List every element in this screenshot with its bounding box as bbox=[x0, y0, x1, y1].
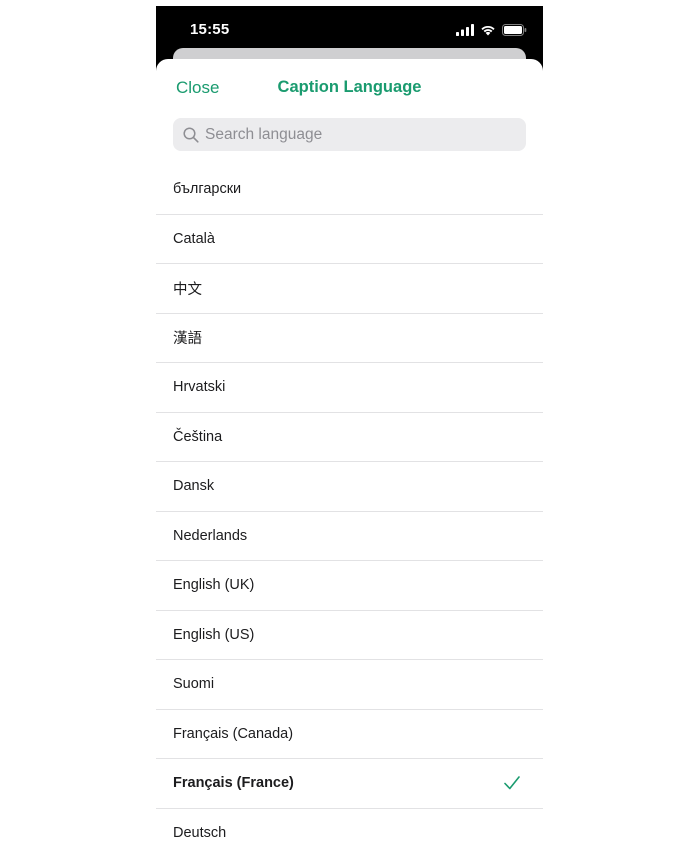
language-item[interactable]: Français (Canada) bbox=[156, 710, 543, 759]
language-label: 中文 bbox=[173, 281, 202, 298]
status-time: 15:55 bbox=[190, 21, 230, 38]
language-item[interactable]: 漢語 bbox=[156, 314, 543, 363]
phone-screen: 15:55 Close Caption Language Search lang… bbox=[156, 6, 543, 844]
language-item[interactable]: English (US) bbox=[156, 611, 543, 660]
search-input[interactable] bbox=[203, 124, 517, 145]
language-label: 漢語 bbox=[173, 331, 202, 348]
language-item[interactable]: български bbox=[156, 165, 543, 215]
language-item[interactable]: 中文 bbox=[156, 264, 543, 314]
page: 15:55 Close Caption Language Search lang… bbox=[0, 0, 700, 850]
sheet-header: Close Caption Language bbox=[156, 59, 543, 114]
language-item[interactable]: Català bbox=[156, 215, 543, 264]
status-icons bbox=[456, 23, 527, 41]
language-item[interactable]: Hrvatski bbox=[156, 363, 543, 413]
language-label: Nederlands bbox=[173, 527, 248, 544]
language-label: Dansk bbox=[173, 478, 215, 495]
language-label: English (UK) bbox=[173, 577, 255, 594]
language-label: Suomi bbox=[173, 676, 215, 693]
language-item[interactable]: Suomi bbox=[156, 660, 543, 710]
battery-icon bbox=[502, 23, 527, 41]
language-label: Français (France) bbox=[173, 775, 294, 792]
status-bar: 15:55 bbox=[156, 6, 543, 54]
language-item[interactable]: Čeština bbox=[156, 413, 543, 462]
language-item-selected[interactable]: Français (France) bbox=[156, 759, 543, 809]
language-label: English (US) bbox=[173, 626, 255, 643]
caption-language-sheet: Close Caption Language български bbox=[156, 59, 543, 844]
checkmark-icon bbox=[503, 775, 521, 791]
language-label: Hrvatski bbox=[173, 379, 226, 396]
language-label: Deutsch bbox=[173, 824, 227, 841]
language-label: български bbox=[173, 181, 242, 198]
language-label: Català bbox=[173, 230, 215, 247]
language-item[interactable]: Deutsch bbox=[156, 809, 543, 845]
language-item[interactable]: Nederlands bbox=[156, 512, 543, 561]
cellular-signal-icon bbox=[456, 23, 474, 41]
search-icon bbox=[183, 126, 199, 143]
language-item[interactable]: Dansk bbox=[156, 462, 543, 512]
wifi-icon bbox=[480, 23, 496, 41]
sheet-title: Caption Language bbox=[277, 78, 422, 96]
language-list: български Català 中文 漢語 Hrvatski Čeština … bbox=[156, 165, 543, 844]
language-label: Français (Canada) bbox=[173, 725, 294, 742]
search-bar[interactable] bbox=[173, 118, 526, 151]
language-item[interactable]: English (UK) bbox=[156, 561, 543, 611]
language-label: Čeština bbox=[173, 428, 223, 445]
